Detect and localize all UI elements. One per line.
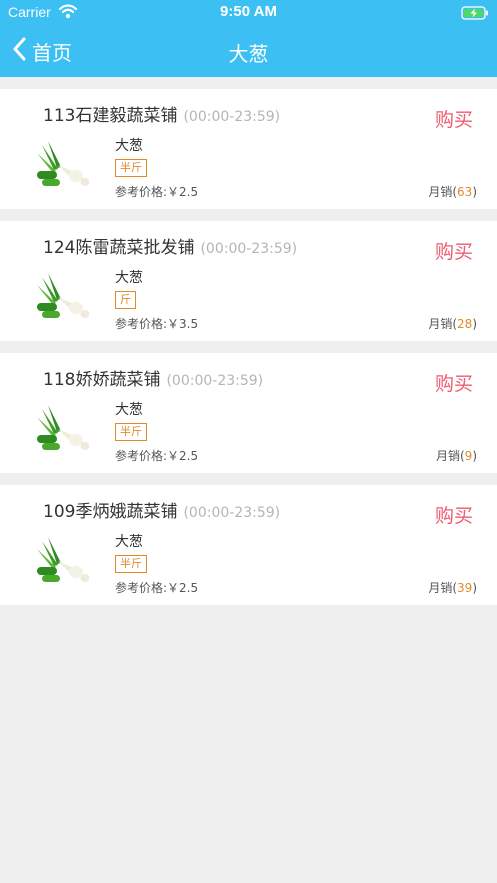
sales-prefix: 月销( <box>428 317 458 331</box>
green-onion-image <box>34 403 90 453</box>
product-name: 大葱 <box>115 402 143 418</box>
reference-price: 参考价格:￥2.5 <box>115 581 199 595</box>
sales-suffix: ) <box>472 317 477 331</box>
page-title: 大葱 <box>228 42 269 66</box>
battery-charging-icon <box>461 5 489 24</box>
reference-price: 参考价格:￥3.5 <box>115 317 199 331</box>
shop-hours: (00:00-23:59) <box>183 505 281 521</box>
shop-card[interactable]: 124陈雷蔬菜批发铺 (00:00-23:59) 购买 大葱 斤 参考价格:￥3.… <box>0 221 497 341</box>
product-name: 大葱 <box>115 270 143 286</box>
unit-badge: 半斤 <box>115 159 147 177</box>
shop-name: 118娇娇蔬菜铺 <box>43 370 161 390</box>
sales-suffix: ) <box>472 581 477 595</box>
sales-suffix: ) <box>472 185 477 199</box>
shop-name: 109季炳娥蔬菜铺 <box>43 502 178 522</box>
shop-name: 113石建毅蔬菜铺 <box>43 106 178 126</box>
green-onion-image <box>34 271 90 321</box>
buy-button[interactable]: 购买 <box>435 237 473 264</box>
sales-count: 63 <box>457 185 473 199</box>
sales-suffix: ) <box>472 449 477 463</box>
shop-title: 124陈雷蔬菜批发铺 (00:00-23:59) <box>43 233 297 258</box>
sales-count: 39 <box>457 581 473 595</box>
shop-card[interactable]: 113石建毅蔬菜铺 (00:00-23:59) 购买 大葱 半斤 参考价格:￥2.… <box>0 89 497 209</box>
unit-badge: 斤 <box>115 291 136 309</box>
shop-title: 113石建毅蔬菜铺 (00:00-23:59) <box>43 101 280 126</box>
shop-hours: (00:00-23:59) <box>166 373 264 389</box>
sales-prefix: 月销( <box>428 581 458 595</box>
product-name: 大葱 <box>115 534 143 550</box>
status-time: 9:50 AM <box>220 3 277 20</box>
reference-price: 参考价格:￥2.5 <box>115 185 199 199</box>
reference-price: 参考价格:￥2.5 <box>115 449 199 463</box>
monthly-sales: 月销(28) <box>428 315 477 332</box>
buy-button[interactable]: 购买 <box>435 105 473 132</box>
sales-prefix: 月销( <box>435 449 465 463</box>
monthly-sales: 月销(39) <box>428 579 477 596</box>
sales-prefix: 月销( <box>428 185 458 199</box>
monthly-sales: 月销(9) <box>436 447 477 464</box>
shop-hours: (00:00-23:59) <box>200 241 298 257</box>
shop-title: 109季炳娥蔬菜铺 (00:00-23:59) <box>43 497 280 522</box>
status-bar: Carrier 9:50 AM <box>0 0 497 26</box>
buy-button[interactable]: 购买 <box>435 369 473 396</box>
shop-card[interactable]: 109季炳娥蔬菜铺 (00:00-23:59) 购买 大葱 半斤 参考价格:￥2.… <box>0 485 497 605</box>
buy-button[interactable]: 购买 <box>435 501 473 528</box>
shop-card[interactable]: 118娇娇蔬菜铺 (00:00-23:59) 购买 大葱 半斤 参考价格:￥2.5… <box>0 353 497 473</box>
green-onion-image <box>34 139 90 189</box>
nav-header: Carrier 9:50 AM 首页 大葱 <box>0 0 497 77</box>
shop-name: 124陈雷蔬菜批发铺 <box>43 238 195 258</box>
green-onion-image <box>34 535 90 585</box>
shop-title: 118娇娇蔬菜铺 (00:00-23:59) <box>43 365 263 390</box>
product-name: 大葱 <box>115 138 143 154</box>
sales-count: 28 <box>457 317 473 331</box>
unit-badge: 半斤 <box>115 423 147 441</box>
shop-hours: (00:00-23:59) <box>183 109 281 125</box>
monthly-sales: 月销(63) <box>428 183 477 200</box>
shop-list: 113石建毅蔬菜铺 (00:00-23:59) 购买 大葱 半斤 参考价格:￥2.… <box>0 89 497 617</box>
unit-badge: 半斤 <box>115 555 147 573</box>
